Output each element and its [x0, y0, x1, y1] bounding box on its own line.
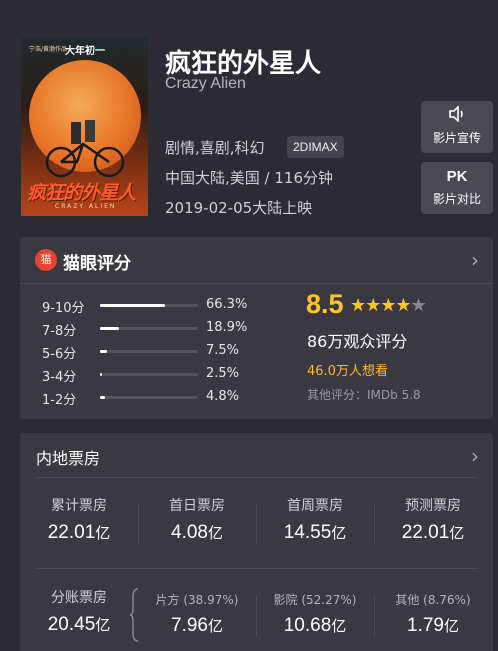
star-icon-half: ★ [410, 295, 427, 316]
poster-bicycle-art [45, 120, 125, 178]
maoyan-rating-card[interactable]: 猫 猫眼评分 › 9-10分 66.3% 7-8分 18.9% 5-6分 7.5… [20, 237, 493, 419]
stat-total-box-office: 累计票房 22.01亿 [20, 495, 138, 544]
distribution-fill [100, 350, 108, 353]
chevron-right-icon[interactable]: › [471, 248, 479, 272]
distribution-percent: 66.3% [206, 297, 248, 312]
stat-cinema-share: 影院 (52.27%) 10.68亿 [256, 591, 374, 637]
promo-button-label: 影片宣传 [432, 131, 481, 145]
distribution-percent: 7.5% [206, 343, 240, 358]
stat-first-day-box-office: 首日票房 4.08亿 [138, 495, 256, 544]
compare-button-label: 影片对比 [432, 192, 481, 206]
stat-label: 首周票房 [287, 498, 343, 514]
stat-other-share: 其他 (8.76%) 1.79亿 [374, 591, 492, 637]
distribution-percent: 4.8% [206, 389, 240, 404]
movie-poster[interactable]: 宁浩/黄渤作品 大年初一 疯狂的外星人 CRAZY ALIEN [21, 38, 148, 216]
imdb-rating: 其他评分：IMDb 5.8 [307, 388, 421, 402]
stat-label: 预测票房 [405, 498, 461, 514]
distribution-label: 1-2分 [42, 393, 77, 408]
distribution-label: 7-8分 [42, 324, 77, 339]
stat-label: 其他 (8.76%) [395, 593, 471, 607]
box-office-card[interactable]: 内地票房 › 累计票房 22.01亿 首日票房 4.08亿 首周票房 14.55… [20, 433, 493, 651]
distribution-fill [100, 304, 165, 307]
compare-button[interactable]: PK 影片对比 [421, 162, 493, 214]
distribution-label: 5-6分 [42, 347, 77, 362]
poster-title-art: 疯狂的外星人 [27, 182, 136, 204]
maoyan-cat-icon: 猫 [35, 249, 57, 271]
distribution-fill [100, 396, 105, 399]
stat-label: 片方 (38.97%) [155, 593, 239, 607]
stat-label: 累计票房 [51, 498, 107, 514]
star-rating: ★★★★★ [350, 295, 427, 316]
distribution-row: 5-6分 7.5% [42, 341, 282, 364]
stat-label: 分账票房 [51, 590, 107, 606]
stat-forecast-box-office: 预测票房 22.01亿 [374, 495, 492, 544]
distribution-fill [100, 373, 103, 376]
stat-value: 14.55亿 [283, 522, 347, 543]
pk-icon: PK [446, 168, 468, 185]
poster-release-tag: 大年初一 [65, 46, 105, 57]
stat-value: 7.96亿 [171, 615, 223, 636]
movie-header: 宁浩/黄渤作品 大年初一 疯狂的外星人 CRAZY ALIEN 疯狂的外星人 C… [0, 0, 498, 230]
stat-distributor-share: 片方 (38.97%) 7.96亿 [138, 591, 256, 637]
distribution-row: 3-4分 2.5% [42, 364, 282, 387]
box-office-title: 内地票房 [36, 449, 101, 468]
divider [35, 568, 478, 569]
distribution-row: 1-2分 4.8% [42, 387, 282, 410]
rating-card-header[interactable]: 猫 猫眼评分 › [20, 237, 493, 284]
distribution-label: 9-10分 [42, 301, 85, 316]
format-badge: 2DIMAX [287, 136, 344, 158]
stat-value: 4.08亿 [171, 522, 223, 543]
voter-count: 86万观众评分 [307, 332, 408, 351]
rating-distribution: 9-10分 66.3% 7-8分 18.9% 5-6分 7.5% 3-4分 2.… [42, 295, 282, 410]
poster-title-art-en: CRAZY ALIEN [55, 203, 117, 210]
distribution-label: 3-4分 [42, 370, 77, 385]
star-icons-full: ★★★★ [350, 295, 412, 316]
chevron-right-icon[interactable]: › [471, 444, 479, 468]
divider [35, 477, 478, 478]
movie-genres: 剧情,喜剧,科幻 [165, 139, 265, 157]
stat-value: 10.68亿 [283, 615, 347, 636]
rating-score: 8.5 [306, 289, 344, 319]
stat-value: 20.45亿 [47, 614, 111, 635]
movie-region-duration: 中国大陆,美国 / 116分钟 [165, 169, 333, 187]
distribution-track [100, 327, 198, 330]
distribution-row: 9-10分 66.3% [42, 295, 282, 318]
distribution-percent: 18.9% [206, 320, 248, 335]
movie-title-en: Crazy Alien [165, 75, 246, 92]
stat-label: 首日票房 [169, 498, 225, 514]
stat-value: 22.01亿 [401, 522, 465, 543]
poster-top-text: 宁浩/黄渤作品 [29, 46, 68, 53]
rating-section-title: 猫眼评分 [63, 254, 131, 274]
distribution-track [100, 304, 198, 307]
distribution-fill [100, 327, 119, 330]
stat-label: 影院 (52.27%) [273, 593, 357, 607]
distribution-track [100, 396, 198, 399]
distribution-row: 7-8分 18.9% [42, 318, 282, 341]
stat-first-week-box-office: 首周票房 14.55亿 [256, 495, 374, 544]
stat-value: 22.01亿 [47, 522, 111, 543]
stat-split-box-office: 分账票房 20.45亿 [20, 587, 138, 636]
stat-value: 1.79亿 [407, 615, 459, 636]
want-to-see-count: 46.0万人想看 [307, 364, 388, 379]
movie-release-date: 2019-02-05大陆上映 [165, 199, 313, 217]
distribution-track [100, 373, 198, 376]
promo-button[interactable]: 影片宣传 [421, 101, 493, 153]
distribution-track [100, 350, 198, 353]
speaker-icon [421, 105, 493, 126]
distribution-percent: 2.5% [206, 366, 240, 381]
